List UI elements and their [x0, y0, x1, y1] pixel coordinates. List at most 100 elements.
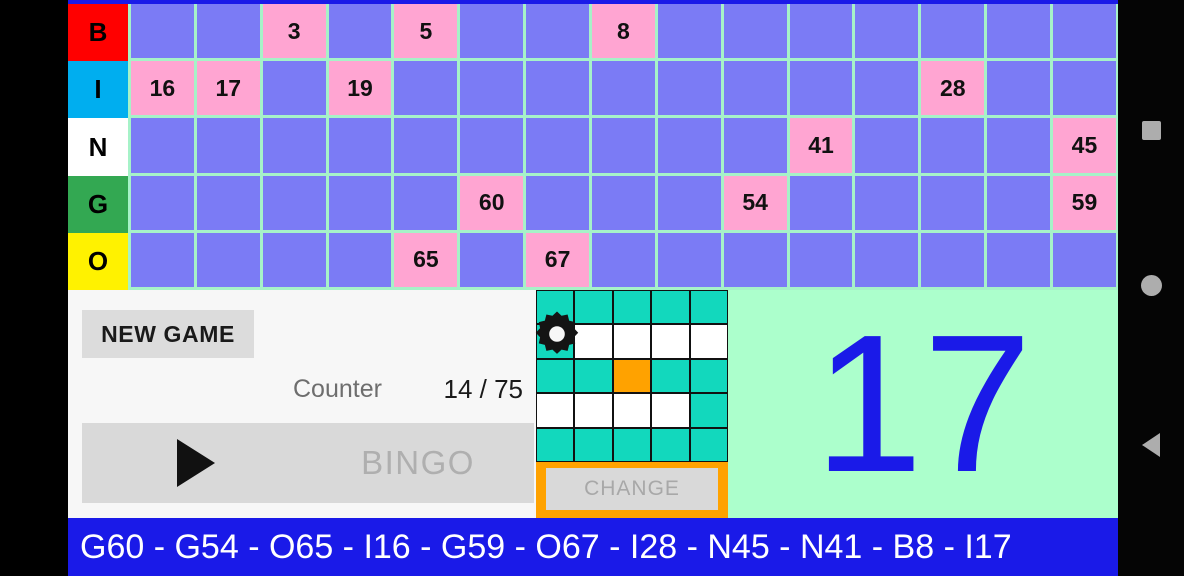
board-cell[interactable]	[394, 175, 458, 230]
board-cell[interactable]	[526, 61, 590, 116]
new-game-button[interactable]: NEW GAME	[82, 310, 254, 358]
pattern-cell-off[interactable]	[652, 394, 689, 427]
pattern-cell-off[interactable]	[652, 325, 689, 358]
pattern-cell-on[interactable]	[652, 291, 689, 324]
board-cell[interactable]	[789, 232, 853, 288]
board-cell-marked[interactable]: 3	[262, 4, 326, 59]
board-cell[interactable]	[460, 4, 524, 59]
board-cell-marked[interactable]: 19	[328, 61, 392, 116]
board-cell[interactable]	[262, 232, 326, 288]
board-cell[interactable]	[855, 232, 919, 288]
board-cell[interactable]	[592, 175, 655, 230]
board-cell[interactable]	[131, 175, 194, 230]
change-pattern-button[interactable]: CHANGE	[546, 468, 718, 510]
board-cell[interactable]	[921, 232, 985, 288]
board-cell[interactable]	[723, 118, 787, 173]
board-cell[interactable]	[921, 175, 985, 230]
board-cell[interactable]	[921, 4, 985, 59]
board-cell-marked[interactable]: 45	[1053, 118, 1116, 173]
board-cell[interactable]	[1053, 61, 1116, 116]
board-cell[interactable]	[657, 175, 721, 230]
board-cell[interactable]	[987, 61, 1051, 116]
board-cell[interactable]	[328, 175, 392, 230]
board-cell[interactable]	[657, 61, 721, 116]
board-cell[interactable]	[196, 4, 260, 59]
pattern-cell-on[interactable]	[690, 291, 727, 324]
board-cell[interactable]	[855, 4, 919, 59]
pattern-cell-off[interactable]	[613, 325, 651, 358]
board-cell[interactable]	[262, 118, 326, 173]
pattern-cell-on[interactable]	[690, 428, 727, 461]
board-cell[interactable]	[394, 61, 458, 116]
board-cell[interactable]	[526, 175, 590, 230]
board-cell-marked[interactable]: 59	[1053, 175, 1116, 230]
board-cell-marked[interactable]: 16	[131, 61, 194, 116]
board-cell-marked[interactable]: 17	[196, 61, 260, 116]
pattern-cell-on[interactable]	[575, 359, 612, 393]
board-cell-marked[interactable]: 67	[526, 232, 590, 288]
board-cell[interactable]	[460, 118, 524, 173]
pattern-cell-on[interactable]	[690, 359, 727, 393]
pattern-cell-off[interactable]	[537, 394, 574, 427]
pattern-cell-on[interactable]	[652, 359, 689, 393]
board-cell[interactable]	[1053, 232, 1116, 288]
board-cell-marked[interactable]: 60	[460, 175, 524, 230]
board-cell[interactable]	[657, 118, 721, 173]
board-cell-marked[interactable]: 65	[394, 232, 458, 288]
pattern-cell-free[interactable]	[613, 359, 651, 393]
pattern-cell-on[interactable]	[613, 428, 651, 461]
board-cell[interactable]	[592, 61, 655, 116]
home-circle-icon[interactable]	[1131, 265, 1171, 305]
board-cell[interactable]	[328, 118, 392, 173]
board-cell[interactable]	[131, 232, 194, 288]
board-cell-marked[interactable]: 41	[789, 118, 853, 173]
board-cell[interactable]	[262, 61, 326, 116]
board-cell[interactable]	[328, 232, 392, 288]
bingo-button[interactable]: BINGO	[302, 423, 534, 503]
board-cell[interactable]	[723, 4, 787, 59]
board-cell[interactable]	[262, 175, 326, 230]
board-cell[interactable]	[592, 232, 655, 288]
board-cell[interactable]	[196, 232, 260, 288]
pattern-cell-on[interactable]	[537, 428, 574, 461]
board-cell-marked[interactable]: 28	[921, 61, 985, 116]
board-cell[interactable]	[328, 4, 392, 59]
back-triangle-icon[interactable]	[1131, 425, 1171, 465]
board-cell[interactable]	[789, 175, 853, 230]
board-cell[interactable]	[987, 4, 1051, 59]
board-cell[interactable]	[394, 118, 458, 173]
board-cell[interactable]	[526, 118, 590, 173]
board-cell[interactable]	[723, 232, 787, 288]
board-cell[interactable]	[657, 232, 721, 288]
board-cell[interactable]	[526, 4, 590, 59]
board-cell[interactable]	[789, 61, 853, 116]
pattern-cell-on[interactable]	[690, 394, 727, 427]
gear-icon[interactable]	[528, 306, 586, 362]
board-cell-marked[interactable]: 54	[723, 175, 787, 230]
board-cell[interactable]	[196, 175, 260, 230]
board-cell[interactable]	[131, 118, 194, 173]
board-cell[interactable]	[460, 232, 524, 288]
board-cell[interactable]	[131, 4, 194, 59]
board-cell[interactable]	[592, 118, 655, 173]
board-cell[interactable]	[1053, 4, 1116, 59]
recents-square-icon[interactable]	[1131, 110, 1171, 150]
pattern-cell-on[interactable]	[613, 291, 651, 324]
board-cell[interactable]	[460, 61, 524, 116]
pattern-cell-on[interactable]	[575, 428, 612, 461]
board-cell[interactable]	[987, 175, 1051, 230]
board-cell[interactable]	[921, 118, 985, 173]
pattern-cell-off[interactable]	[690, 325, 727, 358]
board-cell[interactable]	[855, 175, 919, 230]
board-cell[interactable]	[196, 118, 260, 173]
board-cell[interactable]	[855, 118, 919, 173]
pattern-cell-off[interactable]	[575, 394, 612, 427]
pattern-cell-on[interactable]	[652, 428, 689, 461]
board-cell[interactable]	[855, 61, 919, 116]
board-cell[interactable]	[987, 118, 1051, 173]
board-cell-marked[interactable]: 5	[394, 4, 458, 59]
board-cell-marked[interactable]: 8	[592, 4, 655, 59]
play-button[interactable]	[82, 423, 310, 503]
board-cell[interactable]	[789, 4, 853, 59]
board-cell[interactable]	[657, 4, 721, 59]
